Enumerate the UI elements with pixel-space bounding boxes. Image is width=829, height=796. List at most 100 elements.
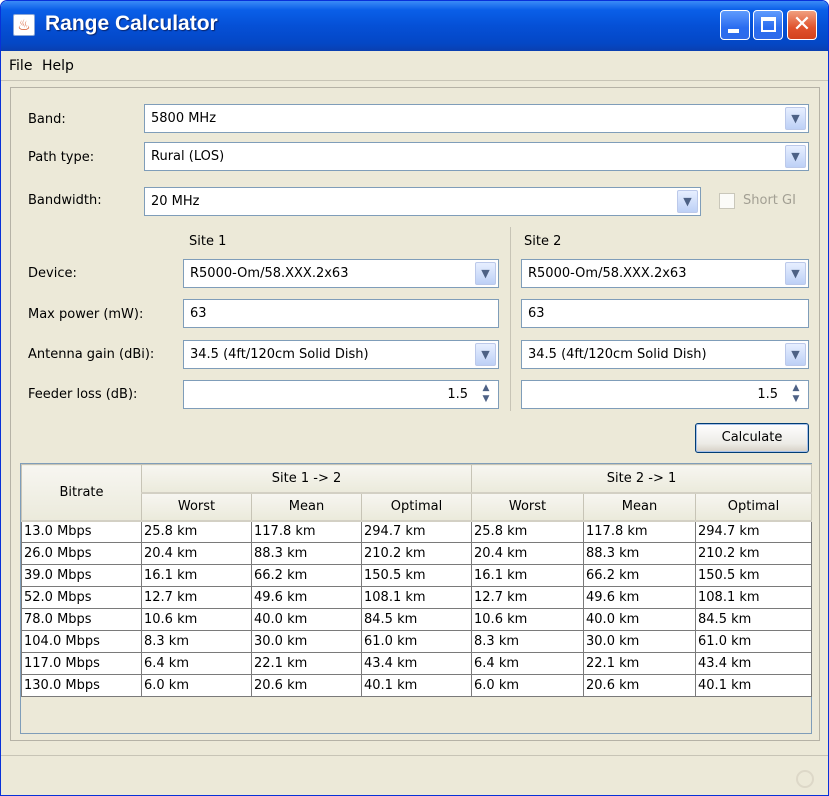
site1-feeder-loss-spinner[interactable]: 1.5 ▲ ▼: [183, 380, 499, 409]
table-cell[interactable]: 294.7 km: [695, 520, 813, 543]
site1-max-power-input[interactable]: [184, 300, 498, 327]
table-cell[interactable]: 6.4 km: [471, 652, 585, 675]
site1-max-power-field[interactable]: [183, 299, 499, 328]
table-row[interactable]: 13.0 Mbps 25.8 km 117.8 km 294.7 km 25.8…: [21, 520, 813, 543]
table-cell[interactable]: 294.7 km: [360, 520, 473, 543]
table-cell[interactable]: 117.0 Mbps: [21, 652, 142, 675]
table-cell[interactable]: 52.0 Mbps: [21, 586, 142, 609]
table-row[interactable]: 78.0 Mbps 10.6 km 40.0 km 84.5 km 10.6 k…: [21, 608, 813, 631]
table-cell[interactable]: 43.4 km: [360, 652, 473, 675]
table-cell[interactable]: 10.6 km: [471, 608, 585, 631]
site1-worst-header[interactable]: Worst: [141, 492, 252, 522]
table-cell[interactable]: 8.3 km: [471, 630, 585, 653]
table-cell[interactable]: 108.1 km: [695, 586, 813, 609]
table-cell[interactable]: 210.2 km: [695, 542, 813, 565]
table-cell[interactable]: 25.8 km: [471, 520, 585, 543]
table-cell[interactable]: 104.0 Mbps: [21, 630, 142, 653]
chevron-down-icon[interactable]: ▼: [475, 262, 496, 285]
site2-mean-header[interactable]: Mean: [583, 492, 697, 522]
site1-antenna-gain-select[interactable]: 34.5 (4ft/120cm Solid Dish) ▼: [183, 340, 499, 369]
table-cell[interactable]: 61.0 km: [360, 630, 473, 653]
table-cell[interactable]: 61.0 km: [695, 630, 813, 653]
minimize-button[interactable]: [720, 10, 750, 40]
table-cell[interactable]: 16.1 km: [471, 564, 585, 587]
chevron-down-icon[interactable]: ▼: [677, 190, 698, 213]
site2-device-select[interactable]: R5000-Om/58.XXX.2x63 ▼: [521, 259, 809, 288]
spinner-arrows-icon[interactable]: ▲ ▼: [786, 383, 806, 406]
site1-mean-header[interactable]: Mean: [251, 492, 362, 522]
spinner-arrows-icon[interactable]: ▲ ▼: [476, 383, 496, 406]
title-bar[interactable]: ♨ Range Calculator ✕: [1, 1, 828, 51]
table-cell[interactable]: 10.6 km: [141, 608, 252, 631]
table-cell[interactable]: 22.1 km: [583, 652, 697, 675]
maximize-button[interactable]: [753, 10, 783, 40]
table-row[interactable]: 117.0 Mbps 6.4 km 22.1 km 43.4 km 6.4 km…: [21, 652, 813, 675]
table-row[interactable]: 130.0 Mbps 6.0 km 20.6 km 40.1 km 6.0 km…: [21, 674, 813, 697]
menu-file[interactable]: File: [9, 58, 32, 74]
table-cell[interactable]: 40.0 km: [583, 608, 697, 631]
table-cell[interactable]: 88.3 km: [251, 542, 362, 565]
table-cell[interactable]: 20.4 km: [471, 542, 585, 565]
table-row[interactable]: 39.0 Mbps 16.1 km 66.2 km 150.5 km 16.1 …: [21, 564, 813, 587]
table-cell[interactable]: 78.0 Mbps: [21, 608, 142, 631]
site2-to-1-header[interactable]: Site 2 -> 1: [471, 464, 813, 494]
spinner-up-arrow[interactable]: ▲: [476, 383, 496, 394]
table-cell[interactable]: 84.5 km: [360, 608, 473, 631]
spinner-down-arrow[interactable]: ▼: [476, 394, 496, 405]
table-cell[interactable]: 30.0 km: [583, 630, 697, 653]
table-cell[interactable]: 130.0 Mbps: [21, 674, 142, 697]
table-cell[interactable]: 39.0 Mbps: [21, 564, 142, 587]
short-gi-checkbox[interactable]: [719, 193, 735, 209]
site2-worst-header[interactable]: Worst: [471, 492, 585, 522]
menu-help[interactable]: Help: [42, 58, 74, 74]
table-cell[interactable]: 25.8 km: [141, 520, 252, 543]
table-row[interactable]: 26.0 Mbps 20.4 km 88.3 km 210.2 km 20.4 …: [21, 542, 813, 565]
table-cell[interactable]: 108.1 km: [360, 586, 473, 609]
table-cell[interactable]: 30.0 km: [251, 630, 362, 653]
site1-to-2-header[interactable]: Site 1 -> 2: [140, 464, 473, 494]
spinner-down-arrow[interactable]: ▼: [786, 394, 806, 405]
table-cell[interactable]: 20.6 km: [251, 674, 362, 697]
calculate-button[interactable]: Calculate: [695, 423, 809, 453]
band-select[interactable]: 5800 MHz ▼: [144, 104, 809, 133]
table-cell[interactable]: 6.0 km: [471, 674, 585, 697]
table-cell[interactable]: 88.3 km: [583, 542, 697, 565]
site2-max-power-field[interactable]: [521, 299, 809, 328]
site2-optimal-header[interactable]: Optimal: [695, 492, 813, 522]
chevron-down-icon[interactable]: ▼: [785, 107, 806, 130]
close-button[interactable]: ✕: [787, 10, 817, 40]
table-cell[interactable]: 16.1 km: [141, 564, 252, 587]
table-cell[interactable]: 20.6 km: [583, 674, 697, 697]
site2-max-power-input[interactable]: [522, 300, 808, 327]
table-cell[interactable]: 8.3 km: [141, 630, 252, 653]
bitrate-header[interactable]: Bitrate: [21, 464, 142, 522]
site2-antenna-gain-select[interactable]: 34.5 (4ft/120cm Solid Dish) ▼: [521, 340, 809, 369]
table-cell[interactable]: 40.1 km: [695, 674, 813, 697]
table-cell[interactable]: 66.2 km: [251, 564, 362, 587]
bandwidth-select[interactable]: 20 MHz ▼: [144, 187, 701, 216]
table-cell[interactable]: 43.4 km: [695, 652, 813, 675]
site1-optimal-header[interactable]: Optimal: [360, 492, 473, 522]
table-row[interactable]: 104.0 Mbps 8.3 km 30.0 km 61.0 km 8.3 km…: [21, 630, 813, 653]
table-cell[interactable]: 49.6 km: [251, 586, 362, 609]
table-cell[interactable]: 12.7 km: [141, 586, 252, 609]
chevron-down-icon[interactable]: ▼: [785, 145, 806, 168]
table-cell[interactable]: 40.0 km: [251, 608, 362, 631]
table-cell[interactable]: 117.8 km: [251, 520, 362, 543]
table-cell[interactable]: 84.5 km: [695, 608, 813, 631]
table-cell[interactable]: 6.0 km: [141, 674, 252, 697]
chevron-down-icon[interactable]: ▼: [785, 262, 806, 285]
table-cell[interactable]: 49.6 km: [583, 586, 697, 609]
spinner-up-arrow[interactable]: ▲: [786, 383, 806, 394]
table-cell[interactable]: 12.7 km: [471, 586, 585, 609]
table-cell[interactable]: 26.0 Mbps: [21, 542, 142, 565]
site1-device-select[interactable]: R5000-Om/58.XXX.2x63 ▼: [183, 259, 499, 288]
table-cell[interactable]: 13.0 Mbps: [21, 520, 142, 543]
chevron-down-icon[interactable]: ▼: [785, 343, 806, 366]
table-cell[interactable]: 117.8 km: [583, 520, 697, 543]
table-cell[interactable]: 20.4 km: [141, 542, 252, 565]
path-type-select[interactable]: Rural (LOS) ▼: [144, 142, 809, 171]
table-cell[interactable]: 150.5 km: [695, 564, 813, 587]
chevron-down-icon[interactable]: ▼: [475, 343, 496, 366]
table-cell[interactable]: 210.2 km: [360, 542, 473, 565]
